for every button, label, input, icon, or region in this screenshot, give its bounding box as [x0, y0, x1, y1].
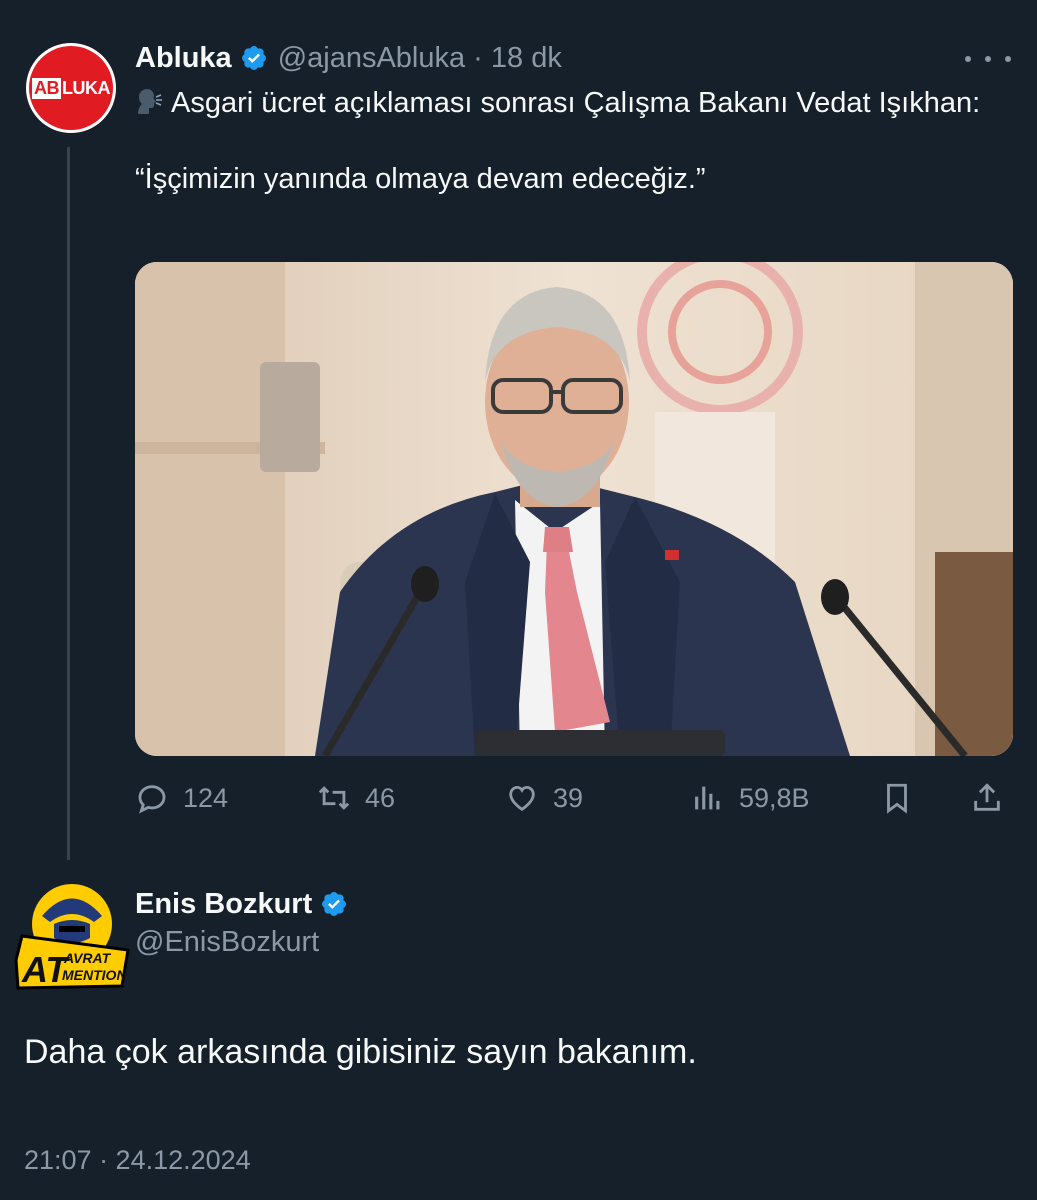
- author-handle[interactable]: @ajansAbluka · 18 dk: [278, 42, 562, 75]
- heart-icon: [509, 785, 535, 812]
- tweet-text: Asgari ücret açıklaması sonrası Çalışma …: [135, 84, 995, 198]
- thread-line: [67, 147, 70, 860]
- reply-count: 124: [183, 782, 229, 813]
- reply-icon: [138, 785, 166, 814]
- like-count: 39: [553, 782, 584, 813]
- reply-author-handle[interactable]: @EnisBozkurt: [135, 926, 319, 959]
- enis-avatar[interactable]: AT AVRAT MENTION: [14, 876, 130, 992]
- bookmark-icon: [887, 783, 907, 814]
- verified-badge-icon: [322, 892, 347, 916]
- retweet-button[interactable]: 46: [317, 775, 395, 821]
- tweet-quote: “İşçimizin yanında olmaya devam edeceğiz…: [135, 163, 706, 195]
- share-icon: [974, 783, 1000, 811]
- reply-timestamp[interactable]: 21:07 · 24.12.2024: [24, 1145, 251, 1176]
- reply-header: Enis Bozkurt: [135, 886, 358, 922]
- share-button[interactable]: [970, 775, 1018, 821]
- more-options-icon[interactable]: [965, 44, 1011, 74]
- reply-button[interactable]: 124: [135, 775, 228, 821]
- tweet-action-bar: 124 46 39 59,8B: [135, 775, 1010, 821]
- like-button[interactable]: 39: [505, 775, 583, 821]
- analytics-icon: [695, 786, 720, 810]
- reply-author-name[interactable]: Enis Bozkurt: [135, 888, 312, 921]
- author-name[interactable]: Abluka: [135, 42, 232, 75]
- retweet-count: 46: [365, 782, 396, 813]
- svg-text:AVRAT: AVRAT: [63, 950, 112, 966]
- tweet-photo[interactable]: [135, 262, 1013, 756]
- svg-text:MENTION: MENTION: [62, 967, 127, 983]
- verified-badge-icon: [241, 46, 266, 70]
- abluka-avatar[interactable]: AB LUKA: [26, 43, 116, 133]
- bookmark-button[interactable]: [880, 775, 928, 821]
- reply-text: Daha çok arkasında gibisiniz sayın bakan…: [24, 1033, 697, 1071]
- abluka-logo: AB LUKA: [32, 77, 111, 99]
- view-count: 59,8B: [739, 782, 810, 813]
- tweet-header: Abluka @ajansAbluka · 18 dk: [135, 40, 562, 76]
- views-button[interactable]: 59,8B: [691, 775, 810, 821]
- tweet-text-line1: Asgari ücret açıklaması sonrası Çalışma …: [171, 87, 981, 119]
- retweet-icon: [318, 786, 350, 810]
- minister-photo: [135, 262, 1013, 756]
- speaking-head-icon: [138, 89, 162, 114]
- atmention-logo: AT AVRAT MENTION: [14, 884, 130, 990]
